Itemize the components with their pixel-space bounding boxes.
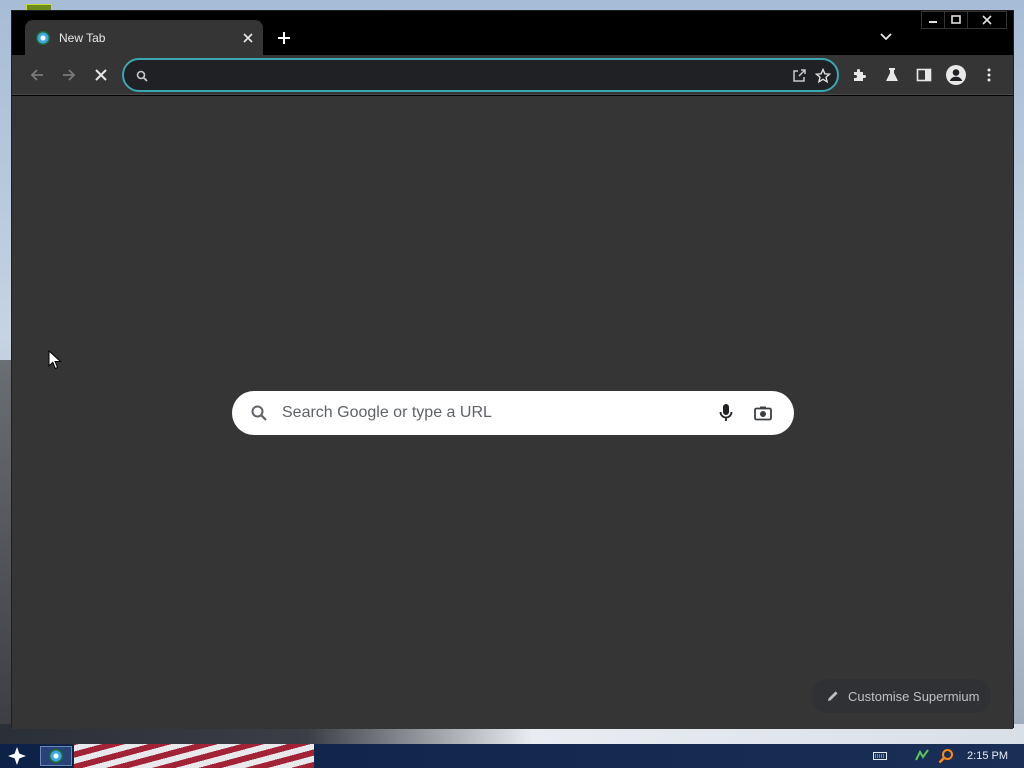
star-icon bbox=[8, 747, 26, 765]
window-controls bbox=[921, 11, 1007, 31]
maximize-icon bbox=[951, 15, 961, 24]
flask-icon bbox=[886, 68, 898, 81]
address-input[interactable] bbox=[156, 67, 776, 85]
forward-button[interactable] bbox=[57, 63, 81, 87]
system-tray: 2:15 PM bbox=[871, 744, 1024, 768]
microphone-icon[interactable] bbox=[715, 402, 737, 424]
close-icon bbox=[243, 32, 253, 43]
menu-button[interactable] bbox=[977, 63, 1001, 87]
chevron-down-icon bbox=[880, 33, 892, 41]
minimize-icon bbox=[929, 21, 937, 23]
puzzle-icon bbox=[854, 69, 866, 81]
pencil-icon bbox=[828, 691, 838, 701]
ntp-search-box[interactable] bbox=[232, 391, 794, 435]
tab-new-tab[interactable]: New Tab bbox=[25, 20, 263, 55]
tab-close-button[interactable] bbox=[239, 29, 257, 47]
star-icon[interactable] bbox=[814, 67, 832, 85]
supermium-icon bbox=[36, 30, 50, 45]
tab-title: New Tab bbox=[59, 30, 106, 45]
plus-icon bbox=[278, 32, 290, 44]
share-icon[interactable] bbox=[790, 67, 808, 85]
minimize-button[interactable] bbox=[921, 11, 945, 29]
customise-label: Customise Supermium bbox=[848, 688, 980, 704]
browser-window: New Tab Search Google or type a URL Cust… bbox=[11, 10, 1014, 729]
profile-button[interactable] bbox=[944, 63, 968, 87]
maximize-button[interactable] bbox=[944, 11, 968, 29]
taskbar: 2:15 PM bbox=[0, 744, 1024, 768]
labs-button[interactable] bbox=[880, 63, 904, 87]
kebab-menu-icon bbox=[987, 68, 991, 82]
arrow-right-icon bbox=[63, 69, 76, 81]
search-icon[interactable] bbox=[937, 747, 955, 765]
arrow-left-icon bbox=[30, 69, 43, 81]
tab-strip: New Tab bbox=[12, 11, 1013, 55]
avatar-icon bbox=[946, 65, 966, 85]
supermium-icon bbox=[49, 749, 63, 763]
close-icon bbox=[982, 15, 992, 25]
window-close-button[interactable] bbox=[967, 11, 1007, 29]
network-icon[interactable] bbox=[913, 747, 931, 765]
extensions-button[interactable] bbox=[848, 63, 872, 87]
side-panel-button[interactable] bbox=[912, 63, 936, 87]
camera-icon[interactable] bbox=[752, 402, 774, 424]
customise-button[interactable]: Customise Supermium bbox=[811, 679, 991, 713]
side-panel-icon bbox=[916, 68, 932, 82]
stop-button[interactable] bbox=[89, 63, 113, 87]
search-icon bbox=[248, 402, 270, 424]
address-bar[interactable] bbox=[122, 58, 839, 92]
keyboard-icon[interactable] bbox=[871, 747, 889, 765]
taskbar-item-browser[interactable] bbox=[40, 746, 72, 766]
browser-toolbar bbox=[12, 55, 1013, 95]
ntp-search-input[interactable] bbox=[282, 403, 702, 423]
start-button[interactable] bbox=[6, 746, 28, 766]
back-button[interactable] bbox=[25, 63, 49, 87]
taskbar-clock[interactable]: 2:15 PM bbox=[967, 750, 1008, 762]
new-tab-page: Customise Supermium bbox=[12, 96, 1013, 729]
taskbar-wallpaper bbox=[74, 744, 314, 768]
tab-search-button[interactable] bbox=[875, 26, 897, 48]
close-icon bbox=[95, 69, 107, 81]
mouse-cursor-icon bbox=[48, 350, 62, 370]
search-icon bbox=[133, 67, 151, 85]
new-tab-button[interactable] bbox=[272, 26, 296, 50]
